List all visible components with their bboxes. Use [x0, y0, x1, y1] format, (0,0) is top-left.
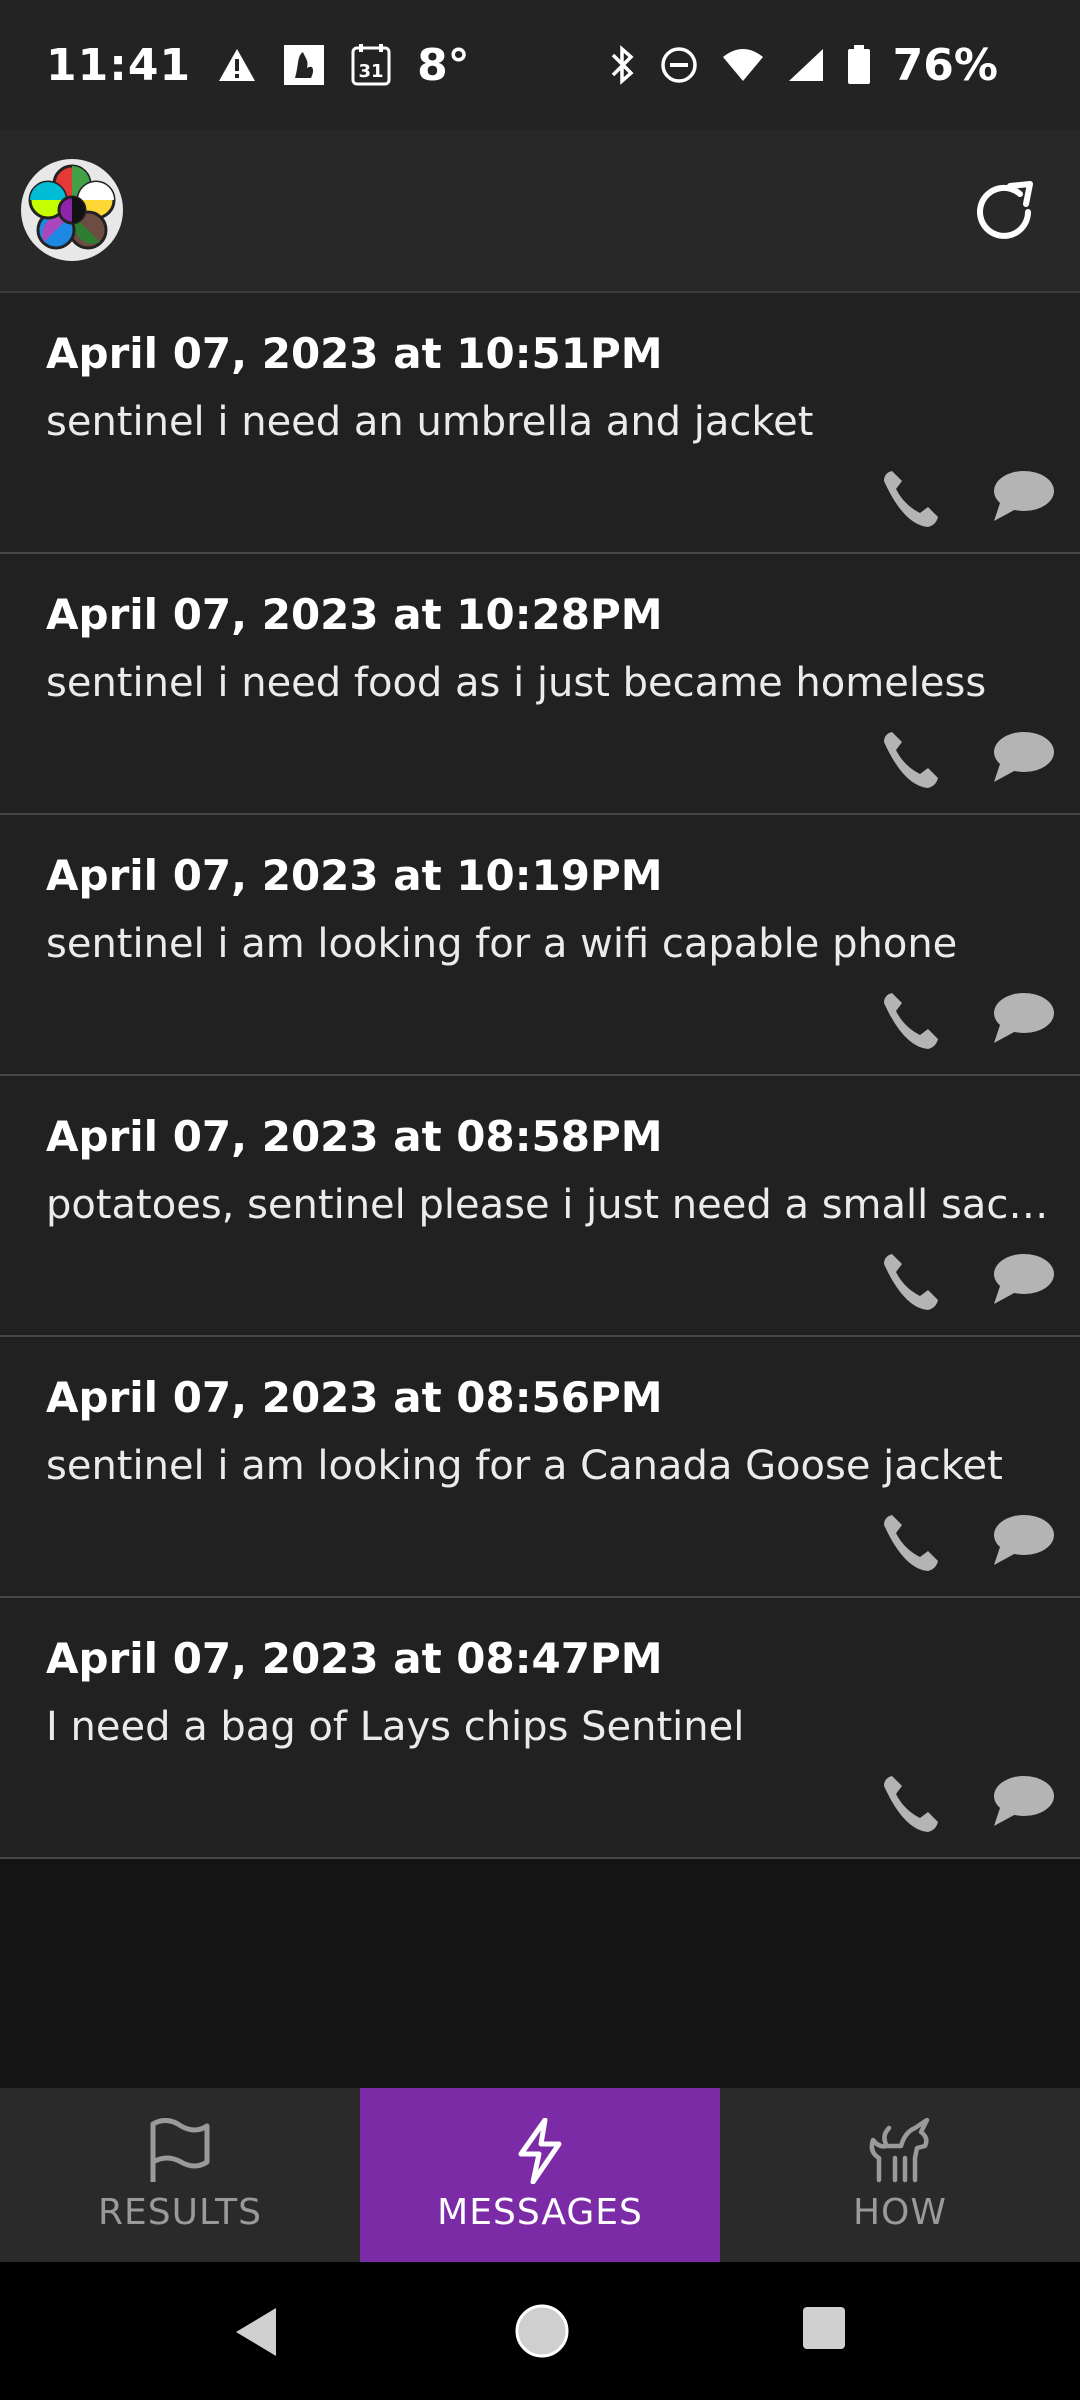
- tab-results[interactable]: RESULTS: [0, 2088, 360, 2262]
- status-temperature: 8°: [417, 39, 470, 91]
- message-text: sentinel i am looking for a Canada Goose…: [46, 1443, 1003, 1489]
- calendar-day: 31: [359, 61, 384, 82]
- message-text: I need a bag of Lays chips Sentinel: [46, 1704, 745, 1750]
- message-text: potatoes, sentinel please i just need a …: [46, 1182, 1066, 1228]
- tab-how[interactable]: HOW: [720, 2088, 1080, 2262]
- chat-bubble-icon: [994, 993, 1054, 1043]
- message-item[interactable]: April 07, 2023 at 08:56PM sentinel i am …: [0, 1337, 1080, 1598]
- back-button[interactable]: [228, 2302, 284, 2362]
- phone-icon: [884, 471, 938, 527]
- refresh-icon: [977, 181, 1033, 239]
- message-button[interactable]: [990, 989, 1056, 1049]
- message-date: April 07, 2023 at 08:47PM: [46, 1634, 663, 1683]
- status-time: 11:41: [46, 39, 192, 91]
- call-button[interactable]: [880, 1772, 942, 1834]
- lightning-icon: [518, 2117, 562, 2184]
- recent-square-icon: [803, 2307, 845, 2349]
- alert-icon: [217, 47, 257, 83]
- do-not-disturb-icon: [659, 45, 699, 85]
- call-button[interactable]: [880, 1511, 942, 1573]
- chat-bubble-icon: [994, 471, 1054, 521]
- message-date: April 07, 2023 at 08:56PM: [46, 1373, 663, 1422]
- chat-bubble-icon: [994, 1776, 1054, 1826]
- message-button[interactable]: [990, 728, 1056, 788]
- bluetooth-icon: [607, 45, 637, 85]
- app-header: [0, 130, 1080, 293]
- tab-messages-label: MESSAGES: [437, 2191, 643, 2233]
- recent-apps-button[interactable]: [802, 2306, 846, 2350]
- status-bar: 11:41 31 8° 76%: [0, 0, 1080, 130]
- chat-bubble-icon: [994, 1515, 1054, 1565]
- message-date: April 07, 2023 at 08:58PM: [46, 1112, 663, 1161]
- image-icon: [283, 44, 325, 86]
- phone-icon: [884, 1254, 938, 1310]
- battery-percent: 76%: [892, 39, 998, 91]
- calendar-icon: 31: [351, 44, 391, 86]
- message-date: April 07, 2023 at 10:28PM: [46, 590, 663, 639]
- bottom-nav: RESULTS MESSAGES HOW: [0, 2088, 1080, 2262]
- chat-bubble-icon: [994, 732, 1054, 782]
- chat-bubble-icon: [994, 1254, 1054, 1304]
- phone-icon: [884, 1776, 938, 1832]
- message-button[interactable]: [990, 467, 1056, 527]
- home-button[interactable]: [513, 2302, 571, 2360]
- message-text: sentinel i need an umbrella and jacket: [46, 399, 814, 445]
- call-button[interactable]: [880, 728, 942, 790]
- signal-icon: [787, 47, 825, 83]
- call-button[interactable]: [880, 989, 942, 1051]
- battery-icon: [847, 45, 871, 85]
- flag-icon: [150, 2117, 210, 2182]
- message-date: April 07, 2023 at 10:19PM: [46, 851, 663, 900]
- message-date: April 07, 2023 at 10:51PM: [46, 329, 663, 378]
- call-button[interactable]: [880, 1250, 942, 1312]
- back-triangle-icon: [236, 2308, 276, 2356]
- call-button[interactable]: [880, 467, 942, 529]
- tab-how-label: HOW: [852, 2191, 947, 2233]
- tab-results-label: RESULTS: [98, 2191, 262, 2233]
- system-navigation-bar: [0, 2262, 1080, 2400]
- message-item[interactable]: April 07, 2023 at 08:58PM potatoes, sent…: [0, 1076, 1080, 1337]
- message-item[interactable]: April 07, 2023 at 10:19PM sentinel i am …: [0, 815, 1080, 1076]
- message-text: sentinel i need food as i just became ho…: [46, 660, 987, 706]
- refresh-button[interactable]: [964, 172, 1044, 252]
- flower-logo-icon: [20, 158, 124, 262]
- wifi-icon: [721, 47, 765, 83]
- message-list: April 07, 2023 at 10:51PM sentinel i nee…: [0, 293, 1080, 1859]
- message-text: sentinel i am looking for a wifi capable…: [46, 921, 958, 967]
- message-button[interactable]: [990, 1772, 1056, 1832]
- message-item[interactable]: April 07, 2023 at 10:28PM sentinel i nee…: [0, 554, 1080, 815]
- tab-messages[interactable]: MESSAGES: [360, 2088, 720, 2262]
- message-item[interactable]: April 07, 2023 at 08:47PM I need a bag o…: [0, 1598, 1080, 1859]
- phone-icon: [884, 993, 938, 1049]
- message-item[interactable]: April 07, 2023 at 10:51PM sentinel i nee…: [0, 293, 1080, 554]
- phone-icon: [884, 732, 938, 788]
- message-button[interactable]: [990, 1250, 1056, 1310]
- unicorn-icon: [869, 2117, 930, 2182]
- message-button[interactable]: [990, 1511, 1056, 1571]
- home-circle-icon: [515, 2304, 569, 2358]
- phone-icon: [884, 1515, 938, 1571]
